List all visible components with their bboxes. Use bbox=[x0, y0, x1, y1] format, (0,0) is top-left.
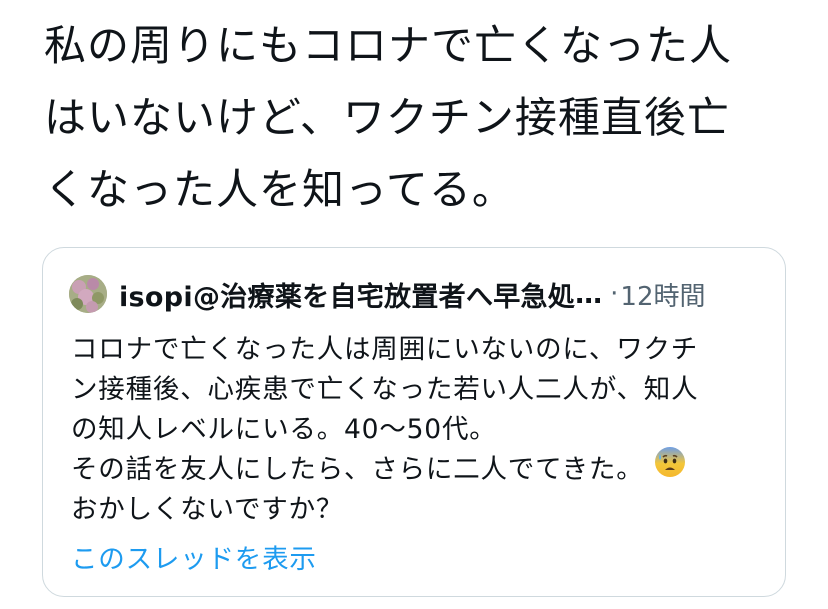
quoted-text-line: ン接種後、心疾患で亡くなった若い人二人が、知人 bbox=[71, 374, 699, 405]
quoted-text-line-with-emoji: その話を友人にしたら、さらに二人でてきた。 bbox=[71, 446, 771, 490]
author-ellipsis: … bbox=[575, 278, 603, 310]
quoted-tweet-card[interactable]: isopi@治療薬を自宅放置者へ早急処 … · 12時間 コロナで亡くなった人は… bbox=[42, 247, 786, 597]
anxious-face-with-sweat-icon bbox=[654, 446, 686, 490]
quoted-tweet-time[interactable]: 12時間 bbox=[620, 276, 705, 313]
quoted-author-name[interactable]: isopi@治療薬を自宅放置者へ早急処 bbox=[119, 275, 575, 314]
tweet-text-line: くなった人を知ってる。 bbox=[44, 165, 515, 214]
avatar-image bbox=[69, 275, 107, 313]
quoted-tweet-text: コロナで亡くなった人は周囲にいないのに、ワクチ ン接種後、心疾患で亡くなった若い… bbox=[71, 330, 771, 530]
quoted-text-line: コロナで亡くなった人は周囲にいないのに、ワクチ bbox=[71, 334, 699, 365]
tweet-text: 私の周りにもコロナで亡くなった人 はいないけど、ワクチン接種直後亡 くなった人を… bbox=[44, 10, 804, 226]
tweet-text-line: はいないけど、ワクチン接種直後亡 bbox=[44, 93, 730, 142]
quoted-tweet-header: isopi@治療薬を自宅放置者へ早急処 … · 12時間 bbox=[69, 274, 769, 314]
tweet-text-line: 私の周りにもコロナで亡くなった人 bbox=[44, 21, 733, 70]
avatar[interactable] bbox=[69, 275, 107, 313]
quoted-text-line: その話を友人にしたら、さらに二人でてきた。 bbox=[71, 454, 644, 485]
quoted-text-line: おかしくないですか？ bbox=[71, 494, 344, 525]
separator-dot: · bbox=[610, 279, 619, 309]
quoted-text-line: の知人レベルにいる。40〜50代。 bbox=[71, 414, 497, 445]
show-thread-link[interactable]: このスレッドを表示 bbox=[71, 540, 317, 580]
